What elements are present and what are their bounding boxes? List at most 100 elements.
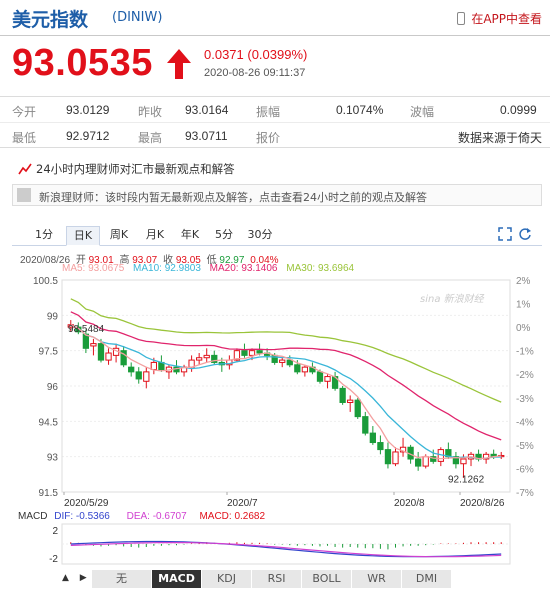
amplitude-value: 0.1074% — [336, 103, 384, 117]
candle-body — [82, 333, 90, 349]
tab-daily[interactable]: 日K — [66, 226, 100, 246]
candle-body — [347, 399, 354, 403]
y-tick-label: 99 — [47, 311, 59, 322]
y-tick-label: 93 — [47, 453, 59, 464]
avatar — [17, 188, 31, 202]
pct-tick-label: 2% — [516, 276, 531, 287]
y-tick-label: 100.5 — [33, 276, 58, 287]
tab-monthly[interactable]: 月K — [140, 226, 170, 246]
indicator-tabs: 无 MACD KDJ RSI BOLL WR DMI — [60, 570, 530, 588]
candle-body — [286, 359, 293, 366]
candle-body — [128, 366, 135, 373]
candle-body — [203, 354, 210, 359]
indicator-tab-rsi[interactable]: RSI — [252, 570, 302, 588]
wave-label: 波幅 — [410, 105, 435, 119]
y-tick-label: 96 — [47, 382, 59, 393]
candle-body — [150, 361, 157, 371]
indicator-tab-wr[interactable]: WR — [352, 570, 402, 588]
open-label: 今开 — [12, 105, 37, 119]
pct-tick-label: 0% — [516, 323, 531, 334]
data-source: 数据来源于倚天 — [458, 131, 543, 145]
open-in-app-link[interactable]: 在APP中查看 — [457, 10, 542, 27]
pct-tick-label: -3% — [516, 394, 534, 405]
tab-1min[interactable]: 1分 — [30, 226, 58, 246]
candle-body — [369, 432, 376, 444]
up-arrow-icon — [167, 49, 191, 79]
symbol-code: (DINIW) — [112, 10, 163, 25]
pct-tick-label: -1% — [516, 347, 534, 358]
macd-tick-label: 2 — [52, 526, 58, 537]
x-tick-label: 2020/8 — [394, 498, 425, 509]
candle-body — [460, 458, 467, 465]
tab-yearly[interactable]: 年K — [175, 226, 205, 246]
price-change: 0.0371 (0.0399%) — [204, 47, 308, 62]
advisor-headline-link[interactable]: 24小时内理财师对汇市最新观点和解答 — [36, 161, 235, 177]
candle-body — [362, 416, 369, 434]
page-title: 美元指数 — [12, 9, 89, 31]
y-tick-label: 97.5 — [39, 347, 59, 358]
ma20-line — [70, 311, 502, 441]
candle-body — [392, 451, 399, 465]
candle-body — [241, 350, 248, 356]
candle-body — [143, 371, 150, 382]
high-value: 93.0711 — [185, 129, 228, 143]
current-price: 93.0535 — [12, 42, 153, 84]
stats-row-1: 今开 93.0129 昨收 93.0164 振幅 0.1074% 波幅 0.09… — [0, 97, 550, 123]
pct-tick-label: -5% — [516, 441, 534, 452]
period-tabs: 1分 日K 周K 月K 年K 5分 30分 — [12, 226, 542, 246]
candle-body — [90, 343, 97, 347]
quote-label: 报价 — [256, 131, 281, 145]
advisor-notice-text: 新浪理财师：该时段内暂无最新观点及解答，点击查看24小时之前的观点及解答 — [39, 191, 427, 204]
pct-tick-label: 1% — [516, 300, 531, 311]
advisor-notice[interactable]: 新浪理财师：该时段内暂无最新观点及解答，点击查看24小时之前的观点及解答 — [12, 184, 542, 206]
macd-chart[interactable]: 2 -2 — [0, 520, 550, 568]
trend-icon — [18, 163, 32, 175]
amplitude-label: 振幅 — [256, 105, 281, 119]
kline-chart[interactable]: 100.5 99 97.5 96 94.5 93 91.5 2% 1% 0% -1% -2% -3% -4… — [0, 272, 550, 512]
candle-body — [256, 350, 263, 354]
tab-weekly[interactable]: 周K — [104, 226, 134, 246]
prev-close-label: 昨收 — [138, 105, 163, 119]
indicator-tab-macd[interactable]: MACD — [152, 570, 202, 588]
prev-close-value: 93.0164 — [185, 103, 229, 117]
wave-value: 0.0999 — [500, 103, 537, 117]
indicator-tab-kdj[interactable]: KDJ — [202, 570, 252, 588]
watermark: sina 新浪财经 — [420, 293, 485, 305]
low-value: 92.9712 — [66, 129, 110, 143]
candle-body — [377, 442, 384, 451]
refresh-icon[interactable] — [518, 227, 532, 241]
tab-30min[interactable]: 30分 — [242, 226, 278, 246]
tab-5min[interactable]: 5分 — [210, 226, 238, 246]
y-tick-label: 94.5 — [39, 417, 59, 428]
phone-icon — [457, 12, 466, 25]
quote-stats: 今开 93.0129 昨收 93.0164 振幅 0.1074% 波幅 0.09… — [0, 96, 550, 148]
candle-body — [422, 456, 429, 467]
open-in-app-label: 在APP中查看 — [471, 12, 542, 26]
candle-body — [279, 359, 286, 363]
y-tick-label: 91.5 — [39, 488, 59, 499]
fullscreen-icon[interactable] — [498, 227, 512, 241]
candle-body — [384, 449, 392, 465]
ma10-line — [70, 324, 502, 460]
quote-timestamp: 2020-08-26 09:11:37 — [204, 67, 306, 79]
x-tick-label: 2020/5/29 — [64, 498, 109, 509]
candle-body — [135, 371, 142, 380]
pct-tick-label: -2% — [516, 370, 534, 381]
low-label: 最低 — [12, 131, 37, 145]
candle-body — [248, 350, 256, 356]
pct-tick-label: -7% — [516, 488, 534, 499]
x-tick-label: 2020/8/26 — [460, 498, 505, 509]
candle-body — [105, 352, 112, 361]
macd-tick-label: -2 — [49, 554, 58, 565]
indicator-tab-none[interactable]: 无 — [92, 570, 152, 588]
candle-body — [339, 387, 346, 403]
page-header: 美元指数 (DINIW) 在APP中查看 — [0, 0, 550, 36]
candle-body — [354, 399, 361, 418]
indicator-tab-dmi[interactable]: DMI — [402, 570, 452, 588]
ma5-line — [70, 324, 502, 460]
candle-body — [294, 364, 301, 373]
x-tick-label: 2020/7 — [227, 498, 258, 509]
indicator-tab-boll[interactable]: BOLL — [302, 570, 352, 588]
pct-tick-label: -4% — [516, 417, 534, 428]
candle-body — [196, 357, 203, 361]
